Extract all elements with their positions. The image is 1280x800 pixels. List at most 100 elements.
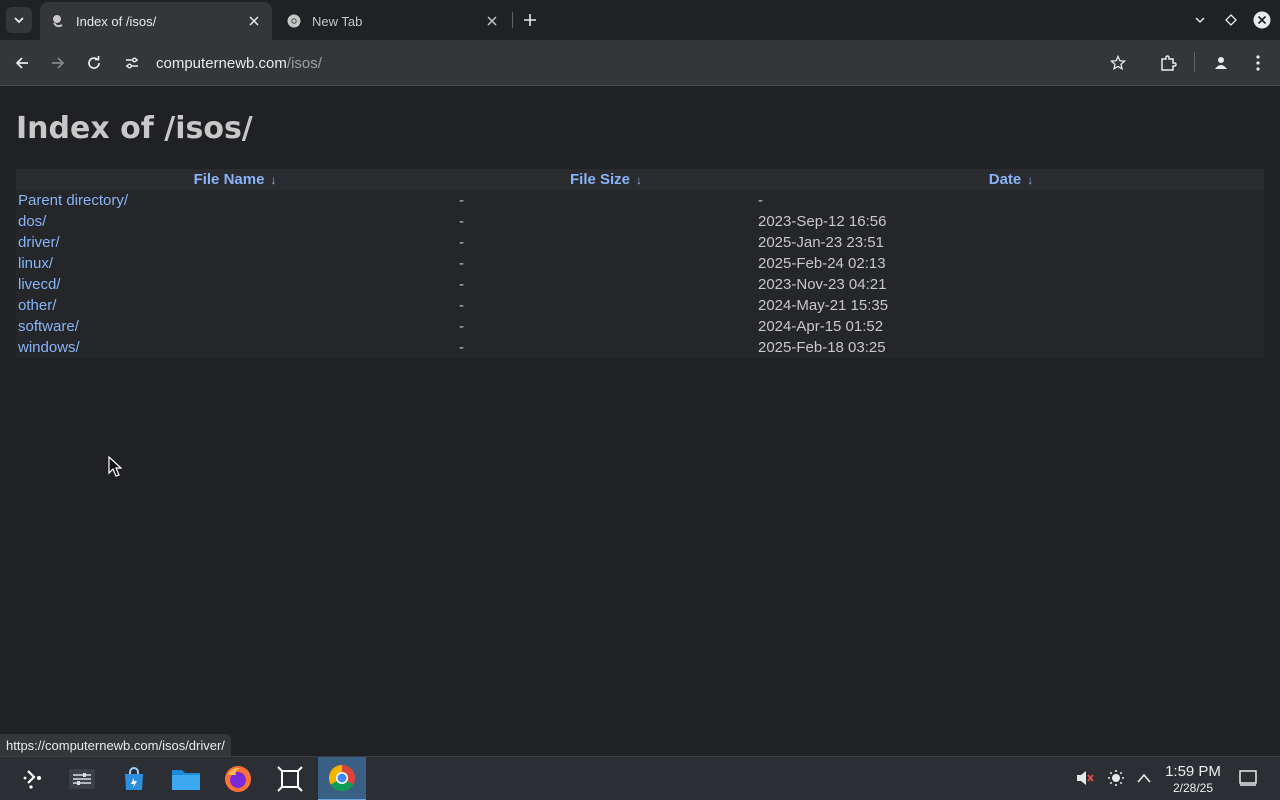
person-icon — [1215, 57, 1227, 69]
bookmark-button[interactable] — [1104, 49, 1132, 77]
tab-strip: Index of /isos/ New Tab — [0, 0, 1280, 40]
store-icon — [125, 767, 143, 790]
file-date: 2023-Sep-12 16:56 — [758, 213, 887, 230]
file-size: - — [459, 318, 464, 335]
file-date: 2023-Nov-23 04:21 — [758, 276, 887, 293]
tab-search-button[interactable] — [6, 7, 32, 33]
file-link[interactable]: other/ — [18, 297, 56, 314]
url-text: computernewb.com/isos/ — [156, 55, 322, 72]
table-row: driver/ - 2025-Jan-23 23:51 — [16, 232, 1264, 253]
file-date: 2025-Feb-24 02:13 — [758, 255, 886, 272]
chrome-icon — [328, 764, 356, 792]
reload-button[interactable] — [80, 49, 108, 77]
volume-muted-button[interactable] — [1074, 767, 1096, 789]
extensions-button[interactable] — [1154, 49, 1182, 77]
sort-arrow-icon: ↓ — [1027, 173, 1034, 187]
link-status-bubble: https://computernewb.com/isos/driver/ — [0, 734, 231, 756]
close-tab-icon[interactable] — [484, 13, 500, 29]
close-window-button[interactable] — [1250, 8, 1274, 32]
file-size: - — [459, 339, 464, 356]
url-host: computernewb.com — [156, 54, 287, 72]
diamond-icon — [1225, 14, 1237, 26]
file-date: 2025-Jan-23 23:51 — [758, 234, 884, 251]
tab-index-of-isos[interactable]: Index of /isos/ — [40, 2, 272, 40]
tab-new-tab[interactable]: New Tab — [276, 2, 510, 40]
file-listing-table: File Name ↓ File Size ↓ Date ↓ Parent direc… — [16, 169, 1264, 358]
notification-icon — [1239, 770, 1257, 786]
chevron-down-icon — [14, 17, 24, 24]
taskbar-files[interactable] — [162, 757, 210, 800]
column-label: Date — [988, 171, 1022, 188]
site-favicon-icon — [50, 13, 66, 29]
table-row: software/ - 2024-Apr-15 01:52 — [16, 316, 1264, 337]
file-date: - — [758, 192, 763, 209]
file-date: 2025-Feb-18 03:25 — [758, 339, 886, 356]
file-link[interactable]: Parent directory/ — [18, 192, 128, 209]
file-size: - — [459, 297, 464, 314]
browser-toolbar: computernewb.com/isos/ — [0, 40, 1280, 86]
column-date[interactable]: Date ↓ — [758, 171, 1264, 188]
taskbar-screenshot-tool[interactable] — [266, 757, 314, 800]
file-link[interactable]: software/ — [18, 318, 79, 335]
arrow-right-icon — [52, 57, 65, 69]
file-link[interactable]: windows/ — [18, 339, 80, 356]
close-tab-icon[interactable] — [246, 13, 262, 29]
launcher-button[interactable] — [10, 757, 58, 800]
site-info-icon[interactable] — [118, 49, 146, 77]
page-content: Index of /isos/ File Name ↓ File Size ↓ Da… — [0, 87, 1280, 755]
file-link[interactable]: livecd/ — [18, 276, 61, 293]
launcher-icon — [23, 770, 41, 789]
column-file-name[interactable]: File Name ↓ — [16, 171, 454, 188]
show-desktop-button[interactable] — [1237, 767, 1259, 789]
file-link[interactable]: dos/ — [18, 213, 46, 230]
table-row: windows/ - 2025-Feb-18 03:25 — [16, 337, 1264, 358]
table-row: dos/ - 2023-Sep-12 16:56 — [16, 211, 1264, 232]
chevron-up-icon — [1137, 773, 1151, 783]
file-link[interactable]: driver/ — [18, 234, 60, 251]
profile-button[interactable] — [1207, 49, 1235, 77]
screenshot-tool-icon — [277, 766, 303, 792]
files-icon — [172, 770, 200, 790]
plus-icon — [524, 14, 536, 26]
arrow-left-icon — [15, 57, 28, 69]
file-date: 2024-Apr-15 01:52 — [758, 318, 884, 335]
taskbar-clock[interactable]: 1:59 PM 2/28/25 — [1156, 763, 1230, 795]
taskbar-firefox[interactable] — [214, 757, 262, 800]
forward-button[interactable] — [44, 49, 72, 77]
tab-title: Index of /isos/ — [76, 13, 157, 29]
puzzle-icon — [1161, 55, 1177, 71]
taskbar: 1:59 PM 2/28/25 — [0, 756, 1280, 800]
file-size: - — [459, 192, 464, 209]
kebab-menu-icon — [1256, 55, 1260, 71]
table-row: livecd/ - 2023-Nov-23 04:21 — [16, 274, 1264, 295]
star-icon — [1110, 55, 1126, 71]
menu-button[interactable] — [1244, 49, 1272, 77]
brightness-button[interactable] — [1105, 767, 1127, 789]
reload-icon — [88, 56, 100, 69]
maximize-button[interactable] — [1219, 8, 1243, 32]
table-row: other/ - 2024-May-21 15:35 — [16, 295, 1264, 316]
table-header: File Name ↓ File Size ↓ Date ↓ — [16, 169, 1264, 190]
settings-icon — [69, 769, 95, 789]
file-link[interactable]: linux/ — [18, 255, 53, 272]
column-file-size[interactable]: File Size ↓ — [454, 171, 758, 188]
taskbar-chrome[interactable] — [318, 757, 366, 800]
table-row: linux/ - 2025-Feb-24 02:13 — [16, 253, 1264, 274]
back-button[interactable] — [8, 49, 36, 77]
tab-list-button[interactable] — [1188, 8, 1212, 32]
volume-muted-icon — [1077, 771, 1094, 785]
chrome-icon — [286, 13, 302, 29]
tray-expand-button[interactable] — [1133, 767, 1155, 789]
taskbar-settings[interactable] — [58, 757, 106, 800]
brightness-icon — [1108, 770, 1124, 786]
new-tab-button[interactable] — [518, 8, 542, 32]
column-label: File Size — [569, 171, 631, 188]
address-bar[interactable]: computernewb.com/isos/ — [118, 46, 1148, 80]
taskbar-store[interactable] — [110, 757, 158, 800]
table-row: Parent directory/ - - — [16, 190, 1264, 211]
column-label: File Name — [193, 171, 265, 188]
sort-arrow-icon: ↓ — [270, 173, 277, 187]
file-size: - — [459, 276, 464, 293]
file-size: - — [459, 255, 464, 272]
clock-date: 2/28/25 — [1172, 781, 1214, 795]
